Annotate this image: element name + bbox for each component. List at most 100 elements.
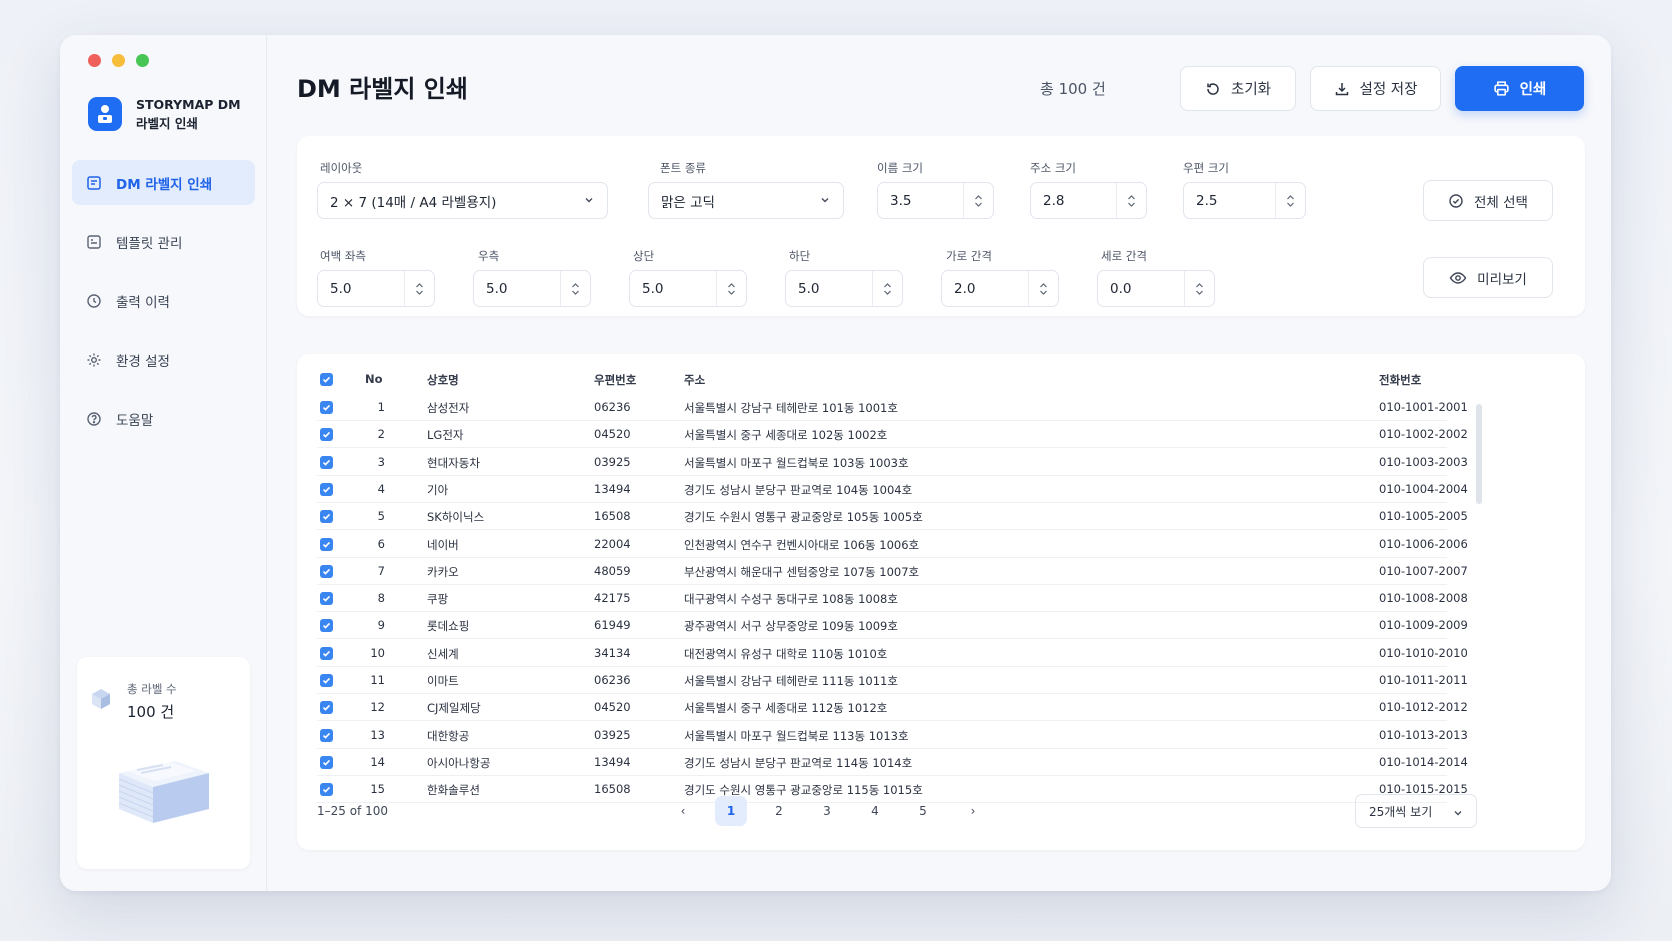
zip-size-stepper[interactable]: 2.5 xyxy=(1183,182,1306,219)
cell-no: 8 xyxy=(377,591,385,606)
table-row[interactable]: 4 기아 13494 경기도 성남시 분당구 판교역로 104동 1004호 010-1… xyxy=(297,476,1468,503)
table-row[interactable]: 7 카카오 48059 부산광역시 해운대구 센텀중앙로 107동 1007호 010-… xyxy=(297,558,1468,585)
cell-no: 9 xyxy=(377,618,385,633)
row-checkbox[interactable] xyxy=(320,674,333,687)
stepper-arrows-icon[interactable] xyxy=(560,271,590,306)
cell-phone: 010-1007-2007 xyxy=(1379,563,1468,578)
margin-bottom-stepper[interactable]: 5.0 xyxy=(785,270,903,307)
chevron-down-icon xyxy=(585,198,593,203)
table-row[interactable]: 6 네이버 22004 인천광역시 연수구 컨벤시아대로 106동 1006호 010-… xyxy=(297,531,1468,558)
page-2-button[interactable]: 2 xyxy=(763,796,795,826)
prev-page-button[interactable]: ‹ xyxy=(667,796,699,826)
row-checkbox[interactable] xyxy=(320,455,333,469)
row-checkbox[interactable] xyxy=(320,728,333,742)
row-checkbox[interactable] xyxy=(320,537,333,551)
print-button[interactable]: 인쇄 xyxy=(1455,66,1584,111)
page-4-button[interactable]: 4 xyxy=(859,796,891,826)
row-checkbox[interactable] xyxy=(320,783,333,797)
table-row[interactable]: 3 현대자동차 03925 서울특별시 마포구 월드컵북로 103동 1003호 010… xyxy=(297,449,1468,476)
select-all-button[interactable]: 전체 선택 xyxy=(1423,180,1553,221)
address-size-stepper[interactable]: 2.8 xyxy=(1030,182,1147,219)
gap-horizontal-stepper[interactable]: 2.0 xyxy=(941,270,1059,307)
cell-name: 이마트 xyxy=(427,674,459,688)
row-checkbox[interactable] xyxy=(320,428,333,442)
close-window-button[interactable] xyxy=(88,54,101,67)
table-row[interactable]: 8 쿠팡 42175 대구광역시 수성구 동대구로 108동 1008호 010-100… xyxy=(297,585,1468,613)
layout-label: 레이아웃 xyxy=(320,161,363,175)
row-checkbox[interactable] xyxy=(320,619,333,633)
margin-right-stepper[interactable]: 5.0 xyxy=(473,270,591,307)
stepper-arrows-icon[interactable] xyxy=(716,271,746,306)
sidebar-item-templates[interactable]: 템플릿 관리 xyxy=(72,219,255,264)
reset-button[interactable]: 초기화 xyxy=(1180,66,1296,111)
col-no[interactable]: No xyxy=(365,372,383,386)
row-checkbox[interactable] xyxy=(320,646,333,660)
table-row[interactable]: 1 삼성전자 06236 서울특별시 강남구 테헤란로 101동 1001호 010-1… xyxy=(297,394,1468,421)
table-row[interactable]: 2 LG전자 04520 서울특별시 중구 세종대로 102동 1002호 010-10… xyxy=(297,421,1468,449)
cell-address: 서울특별시 강남구 테헤란로 111동 1011호 xyxy=(684,674,898,688)
cell-address: 경기도 성남시 분당구 판교역로 114동 1014호 xyxy=(684,755,913,770)
sidebar-item-history[interactable]: 출력 이력 xyxy=(72,278,255,323)
pagination-info: 1–25 of 100 xyxy=(317,804,389,818)
stat-value: 100 건 xyxy=(127,703,175,721)
brand-line1: STORYMAP DM xyxy=(136,97,241,112)
page-title: DM 라벨지 인쇄 xyxy=(297,75,468,103)
table-row[interactable]: 13 대한항공 03925 서울특별시 마포구 월드컵북로 113동 1013호 010… xyxy=(297,722,1468,749)
name-size-stepper[interactable]: 3.5 xyxy=(877,182,994,219)
page-5-button[interactable]: 5 xyxy=(907,796,939,826)
col-name[interactable]: 상호명 xyxy=(427,372,459,388)
cell-address: 서울특별시 강남구 테헤란로 101동 1001호 xyxy=(684,401,898,415)
stepper-arrows-icon[interactable] xyxy=(1184,271,1214,306)
preview-button[interactable]: 미리보기 xyxy=(1423,257,1553,298)
row-checkbox[interactable] xyxy=(320,592,333,606)
font-select[interactable]: 맑은 고딕 xyxy=(648,182,844,219)
margin-top-stepper[interactable]: 5.0 xyxy=(629,270,747,307)
row-checkbox[interactable] xyxy=(320,564,333,578)
cell-phone: 010-1004-2004 xyxy=(1379,481,1468,496)
sidebar-item-help[interactable]: 도움말 xyxy=(72,396,255,441)
row-checkbox[interactable] xyxy=(320,401,333,414)
table-row[interactable]: 10 신세계 34134 대전광역시 유성구 대학로 110동 1010호 010-10… xyxy=(297,640,1468,667)
margin-right-label: 우측 xyxy=(478,249,500,263)
table-row[interactable]: 5 SK하이닉스 16508 경기도 수원시 영통구 광교중앙로 105동 1005호… xyxy=(297,503,1468,531)
minimize-window-button[interactable] xyxy=(112,54,125,67)
cell-phone: 010-1013-2013 xyxy=(1379,727,1468,742)
layout-select[interactable]: 2 × 7 (14매 / A4 라벨용지) xyxy=(317,182,608,219)
table-scrollbar[interactable] xyxy=(1476,404,1482,504)
print-label: 인쇄 xyxy=(1519,82,1547,98)
per-page-select[interactable]: 25개씩 보기 xyxy=(1355,794,1477,828)
cell-no: 13 xyxy=(370,727,385,742)
col-address[interactable]: 주소 xyxy=(684,372,705,388)
col-phone[interactable]: 전화번호 xyxy=(1379,372,1421,388)
stepper-arrows-icon[interactable] xyxy=(1116,183,1146,218)
row-checkbox[interactable] xyxy=(320,755,333,769)
col-zip[interactable]: 우편번호 xyxy=(594,372,636,388)
save-settings-button[interactable]: 설정 저장 xyxy=(1310,66,1441,111)
cell-no: 3 xyxy=(377,454,385,469)
chevron-down-icon xyxy=(821,198,829,203)
page-3-button[interactable]: 3 xyxy=(811,796,843,826)
stepper-arrows-icon[interactable] xyxy=(404,271,434,306)
page-1-button[interactable]: 1 xyxy=(715,796,747,826)
sidebar-item-settings[interactable]: 환경 설정 xyxy=(72,337,255,382)
stepper-arrows-icon[interactable] xyxy=(1275,183,1305,218)
row-checkbox[interactable] xyxy=(320,701,333,715)
row-checkbox[interactable] xyxy=(320,482,333,496)
stepper-arrows-icon[interactable] xyxy=(1028,271,1058,306)
margin-left-stepper[interactable]: 5.0 xyxy=(317,270,435,307)
table-row[interactable]: 14 아시아나항공 13494 경기도 성남시 분당구 판교역로 114동 1014호… xyxy=(297,749,1468,776)
table-row[interactable]: 12 CJ제일제당 04520 서울특별시 중구 세종대로 112동 1012호 010… xyxy=(297,694,1468,722)
stepper-arrows-icon[interactable] xyxy=(963,183,993,218)
cell-name: 삼성전자 xyxy=(427,401,470,415)
row-checkbox[interactable] xyxy=(320,510,333,524)
gap-vertical-stepper[interactable]: 0.0 xyxy=(1097,270,1215,307)
maximize-window-button[interactable] xyxy=(136,54,149,67)
next-page-button[interactable]: › xyxy=(957,796,989,826)
sidebar-item-label-print[interactable]: DM 라벨지 인쇄 xyxy=(72,160,255,205)
select-all-checkbox[interactable] xyxy=(320,373,333,386)
table-row[interactable]: 9 롯데쇼핑 61949 광주광역시 서구 상무중앙로 109동 1009호 010-1… xyxy=(297,612,1468,640)
chevron-down-icon xyxy=(1454,811,1462,816)
cell-address: 서울특별시 마포구 월드컵북로 103동 1003호 xyxy=(684,455,909,470)
table-row[interactable]: 11 이마트 06236 서울특별시 강남구 테헤란로 111동 1011호 010-1… xyxy=(297,667,1468,694)
stepper-arrows-icon[interactable] xyxy=(872,271,902,306)
